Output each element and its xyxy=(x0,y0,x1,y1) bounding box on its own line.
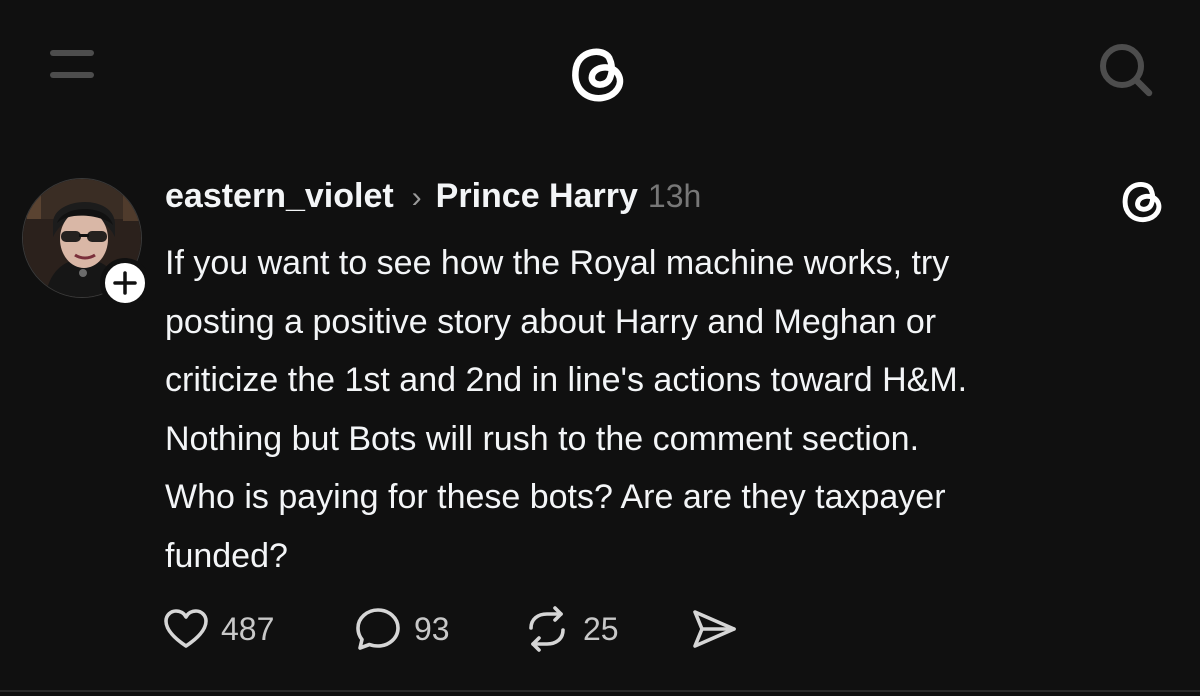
post-actions: 487 93 25 xyxy=(163,602,863,656)
like-button[interactable]: 487 xyxy=(163,602,274,656)
thread-post[interactable]: eastern_violet › Prince Harry 13h If you… xyxy=(0,160,1200,680)
comment-icon xyxy=(356,608,400,650)
follow-button[interactable] xyxy=(100,258,150,308)
menu-button[interactable] xyxy=(50,46,96,82)
post-header: eastern_violet › Prince Harry 13h xyxy=(165,174,701,218)
heart-icon xyxy=(164,609,208,648)
chevron-right-icon: › xyxy=(411,181,422,214)
topic-tag[interactable]: Prince Harry xyxy=(436,174,638,218)
menu-icon-line xyxy=(50,50,94,56)
plus-icon xyxy=(113,271,137,295)
threads-logo-icon[interactable] xyxy=(566,38,632,104)
search-icon[interactable] xyxy=(1094,38,1158,102)
top-bar xyxy=(0,0,1200,140)
share-button[interactable] xyxy=(690,602,738,656)
reply-button[interactable]: 93 xyxy=(354,602,450,656)
reply-count: 93 xyxy=(414,610,450,647)
repost-icon xyxy=(529,606,565,652)
post-body-text: If you want to see how the Royal machine… xyxy=(165,244,968,575)
post-timestamp: 13h xyxy=(647,178,702,214)
author-username[interactable]: eastern_violet xyxy=(165,174,394,218)
threads-app: eastern_violet › Prince Harry 13h If you… xyxy=(0,0,1200,696)
divider xyxy=(0,690,1200,692)
menu-icon-line xyxy=(50,72,94,78)
threads-logo-icon xyxy=(1122,182,1162,223)
send-icon xyxy=(693,610,736,648)
repost-count: 25 xyxy=(583,610,619,647)
repost-button[interactable]: 25 xyxy=(523,602,619,656)
like-count: 487 xyxy=(221,610,275,647)
